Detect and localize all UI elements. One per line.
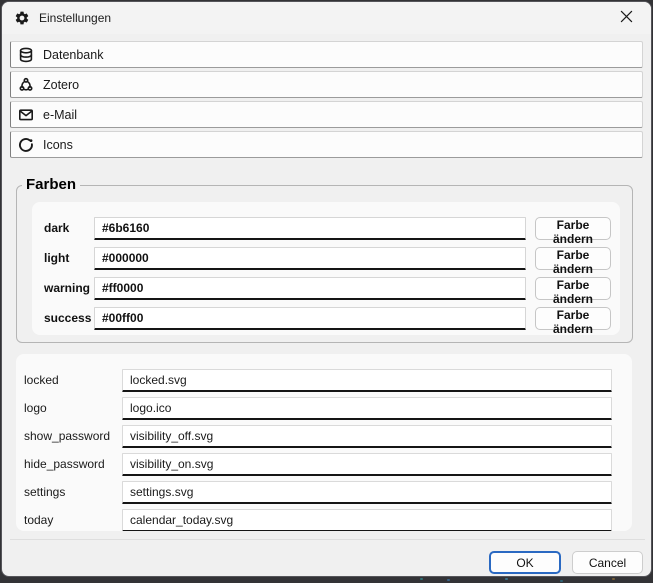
color-value-input[interactable]: [94, 217, 526, 240]
icon-file-input[interactable]: [122, 453, 612, 476]
section-button-datenbank[interactable]: Datenbank: [10, 41, 643, 68]
desktop-speckle: [560, 580, 563, 582]
section-button-icons[interactable]: Icons: [10, 131, 643, 158]
desktop-speckle: [420, 578, 423, 580]
icon-file-input[interactable]: [122, 509, 612, 532]
icon-row-locked: locked: [24, 366, 632, 394]
icons-list-panel[interactable]: locked logo show_password hide_password …: [16, 354, 632, 531]
color-label: warning: [44, 281, 94, 295]
icon-row-logo: logo: [24, 394, 632, 422]
icon-row-hide-password: hide_password: [24, 450, 632, 478]
section-label: Datenbank: [43, 48, 103, 62]
cancel-button[interactable]: Cancel: [572, 551, 643, 574]
icon-row-today: today: [24, 506, 632, 531]
window-title: Einstellungen: [39, 11, 111, 25]
section-label: Zotero: [43, 78, 79, 92]
settings-dialog: Einstellungen Datenbank: [1, 1, 652, 577]
icon-key-label: show_password: [24, 429, 122, 443]
color-row-light: light Farbe ändern: [44, 246, 620, 270]
change-color-button[interactable]: Farbe ändern: [535, 217, 611, 240]
icon-key-label: hide_password: [24, 457, 122, 471]
gear-icon: [14, 10, 30, 26]
icon-key-label: settings: [24, 485, 122, 499]
desktop-speckle: [447, 579, 450, 581]
change-color-button[interactable]: Farbe ändern: [535, 277, 611, 300]
change-color-button[interactable]: Farbe ändern: [535, 307, 611, 330]
color-value-input[interactable]: [94, 307, 526, 330]
section-label: e-Mail: [43, 108, 77, 122]
farben-group-title: Farben: [22, 175, 80, 194]
loop-icon: [17, 136, 34, 153]
mail-icon: [17, 106, 34, 123]
close-icon: [620, 10, 633, 26]
icon-key-label: today: [24, 513, 122, 527]
close-button[interactable]: [604, 2, 649, 33]
color-row-dark: dark Farbe ändern: [44, 216, 620, 240]
icon-row-settings: settings: [24, 478, 632, 506]
color-label: dark: [44, 221, 94, 235]
desktop-speckle: [505, 578, 508, 580]
section-button-zotero[interactable]: Zotero: [10, 71, 643, 98]
icon-key-label: locked: [24, 373, 122, 387]
title-bar: Einstellungen: [2, 2, 651, 34]
icon-file-input[interactable]: [122, 425, 612, 448]
farben-panel: dark Farbe ändern light Farbe ändern war…: [32, 202, 620, 335]
icon-file-input[interactable]: [122, 397, 612, 420]
section-label: Icons: [43, 138, 73, 152]
icon-file-input[interactable]: [122, 369, 612, 392]
database-icon: [17, 46, 34, 63]
color-label: success: [44, 311, 94, 325]
color-value-input[interactable]: [94, 277, 526, 300]
section-button-email[interactable]: e-Mail: [10, 101, 643, 128]
color-row-warning: warning Farbe ändern: [44, 276, 620, 300]
color-row-success: success Farbe ändern: [44, 306, 620, 330]
icon-key-label: logo: [24, 401, 122, 415]
desktop-speckle: [612, 578, 615, 580]
change-color-button[interactable]: Farbe ändern: [535, 247, 611, 270]
desktop-background: Einstellungen Datenbank: [0, 0, 653, 583]
color-value-input[interactable]: [94, 247, 526, 270]
footer-separator: [10, 539, 645, 540]
color-label: light: [44, 251, 94, 265]
icon-row-show-password: show_password: [24, 422, 632, 450]
ok-button[interactable]: OK: [489, 551, 561, 574]
zotero-icon: [17, 76, 34, 93]
icon-file-input[interactable]: [122, 481, 612, 504]
